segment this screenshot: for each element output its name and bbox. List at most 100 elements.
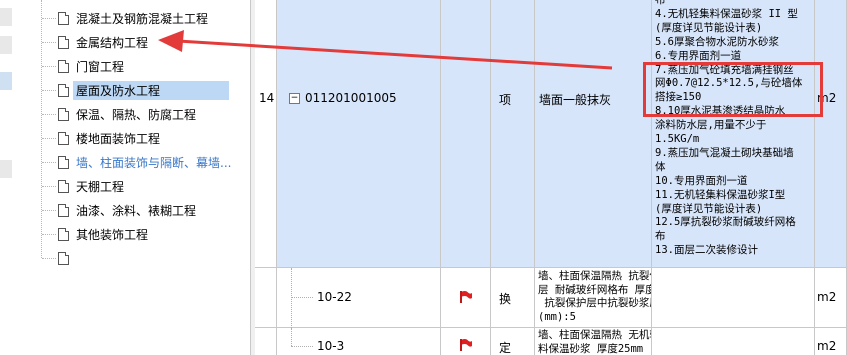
description-line: 1.5KG/m	[655, 133, 700, 145]
category-tree: 混凝土及钢筋混凝土工程 金属结构工程 门窗工程 屋面及防水工程 保温、隔热、防腐…	[0, 0, 250, 355]
description-line: 墙、柱面保温隔热 抗裂保护	[538, 270, 651, 282]
tree-item-label: 门窗工程	[76, 59, 125, 74]
tree-item-label: 天棚工程	[76, 179, 125, 194]
red-flag-icon	[460, 290, 472, 303]
row-tree-line	[291, 297, 313, 298]
tree-connector	[42, 258, 56, 259]
flag-cell[interactable]	[441, 328, 491, 355]
name-cell[interactable]: 墙面一般抹灰	[535, 0, 652, 268]
collapse-minus-icon[interactable]: −	[289, 93, 300, 104]
unit-cell[interactable]: m2	[815, 0, 847, 268]
description-line: 布	[655, 230, 666, 243]
tree-item-label	[73, 257, 79, 259]
row-tree-line	[291, 346, 313, 347]
tree-item-concrete[interactable]: 混凝土及钢筋混凝土工程	[58, 8, 211, 28]
tree-item-label: 保温、隔热、防腐工程	[76, 107, 197, 122]
tree-item-label: 其他装饰工程	[76, 227, 149, 242]
tree-connector	[42, 162, 56, 163]
document-icon	[58, 227, 69, 241]
desc-cell[interactable]	[652, 328, 815, 355]
description-line: 4.无机轻集料保温砂浆 II 型	[655, 7, 798, 20]
description-line: 13.面层二次装修设计	[655, 244, 758, 257]
description-line: 层 耐碱玻纤网格布 厚度4mm	[538, 283, 651, 296]
description-line: 料保温砂浆 厚度25mm	[538, 342, 644, 355]
tree-item-label: 墙、柱面装饰与隔断、幕墙...	[76, 155, 232, 170]
description-line: 10.专用界面剂一道	[655, 174, 748, 187]
tree-gutter	[0, 36, 12, 54]
description-line: 9.蒸压加气混凝土砌块基础墙	[655, 146, 794, 159]
document-icon	[58, 107, 69, 121]
sub-code: 10-22	[317, 290, 352, 304]
tree-item-label: 屋面及防水工程	[73, 80, 229, 100]
sub-unit: m2	[817, 339, 837, 353]
description-line: (厚度详见节能设计表)	[655, 202, 763, 215]
tree-item-other-finish[interactable]: 其他装饰工程	[58, 224, 151, 244]
code-cell[interactable]: − 011201001005	[277, 0, 441, 268]
description-line: 5.6厚聚合物水泥防水砂浆	[655, 35, 779, 48]
name-cell[interactable]: 墙、柱面保温隔热 无机轻集料保温砂浆 厚度25mm	[535, 328, 652, 355]
tree-item-roofing-waterproof[interactable]: 屋面及防水工程	[58, 80, 229, 100]
tree-guide-line	[41, 0, 42, 258]
document-icon	[58, 251, 69, 265]
sub-kind: 换	[499, 292, 512, 306]
sub-code: 10-3	[317, 339, 345, 353]
tree-gutter	[0, 160, 12, 178]
tree-connector	[42, 186, 56, 187]
tree-item-insulation[interactable]: 保温、隔热、防腐工程	[58, 104, 199, 124]
kind-cell[interactable]: 项	[491, 0, 535, 268]
tree-item-ceiling[interactable]: 天棚工程	[58, 176, 127, 196]
flag-cell[interactable]	[441, 268, 491, 328]
seq-cell[interactable]	[255, 268, 277, 328]
tree-item-floor-finish[interactable]: 楼地面装饰工程	[58, 128, 163, 148]
tree-connector	[42, 90, 56, 91]
item-kind: 项	[499, 93, 512, 107]
desc-cell[interactable]	[652, 268, 815, 328]
seq-number: 14	[259, 91, 275, 105]
seq-cell[interactable]: 14	[255, 0, 277, 268]
description-line: 6.专用界面剂一道	[655, 49, 742, 62]
tree-connector	[42, 18, 56, 19]
document-icon	[58, 155, 69, 169]
tree-gutter-selected	[0, 72, 12, 90]
row-tree-line	[291, 268, 292, 328]
document-icon	[58, 203, 69, 217]
description-line: 墙、柱面保温隔热 无机轻集	[538, 329, 651, 341]
document-icon	[58, 59, 69, 73]
kind-cell[interactable]: 换	[491, 268, 535, 328]
document-icon	[58, 131, 69, 145]
tree-item-paint[interactable]: 油漆、涂料、裱糊工程	[58, 200, 199, 220]
sub-kind: 定	[499, 341, 512, 355]
tree-item-metal-structure[interactable]: 金属结构工程	[58, 32, 151, 52]
description-line: 布	[655, 0, 666, 6]
kind-cell[interactable]: 定	[491, 328, 535, 355]
tree-connector	[42, 66, 56, 67]
row-tree-line	[291, 328, 292, 346]
description-line: 体	[655, 160, 666, 173]
annotation-highlight-box	[643, 62, 823, 117]
desc-cell[interactable]: 布 4.无机轻集料保温砂浆 II 型 (厚度详见节能设计表) 5.6厚聚合物水泥防水砂…	[652, 0, 815, 268]
description-line: 涂料防水层,用量不少于	[655, 119, 767, 132]
bill-grid: 14 − 011201001005 项 墙面一般抹灰 布 4.无机轻集料保温砂浆 …	[255, 0, 847, 355]
tree-item-label: 楼地面装饰工程	[76, 131, 161, 146]
description-line: 抗裂保护层中抗裂砂浆厚度	[544, 297, 651, 309]
tree-connector	[42, 138, 56, 139]
seq-cell[interactable]	[255, 328, 277, 355]
tree-item-empty[interactable]	[58, 248, 79, 268]
name-cell[interactable]: 墙、柱面保温隔热 抗裂保护层 耐碱玻纤网格布 厚度4mm 抗裂保护层中抗裂砂浆厚…	[535, 268, 652, 328]
unit-cell[interactable]: m2	[815, 328, 847, 355]
tree-connector	[42, 234, 56, 235]
document-icon	[58, 11, 69, 25]
code-cell[interactable]: 10-3	[277, 328, 441, 355]
document-icon	[58, 35, 69, 49]
item-name: 墙面一般抹灰	[539, 93, 612, 107]
tree-item-label: 金属结构工程	[76, 35, 149, 50]
type-cell[interactable]	[441, 0, 491, 268]
item-code: 011201001005	[305, 91, 397, 105]
tree-item-label: 混凝土及钢筋混凝土工程	[76, 11, 209, 26]
code-cell[interactable]: 10-22	[277, 268, 441, 328]
description-line: (mm):5	[538, 310, 576, 323]
red-flag-icon	[460, 338, 472, 351]
tree-item-doors-windows[interactable]: 门窗工程	[58, 56, 127, 76]
unit-cell[interactable]: m2	[815, 268, 847, 328]
tree-item-wall-finish[interactable]: 墙、柱面装饰与隔断、幕墙...	[58, 152, 234, 172]
